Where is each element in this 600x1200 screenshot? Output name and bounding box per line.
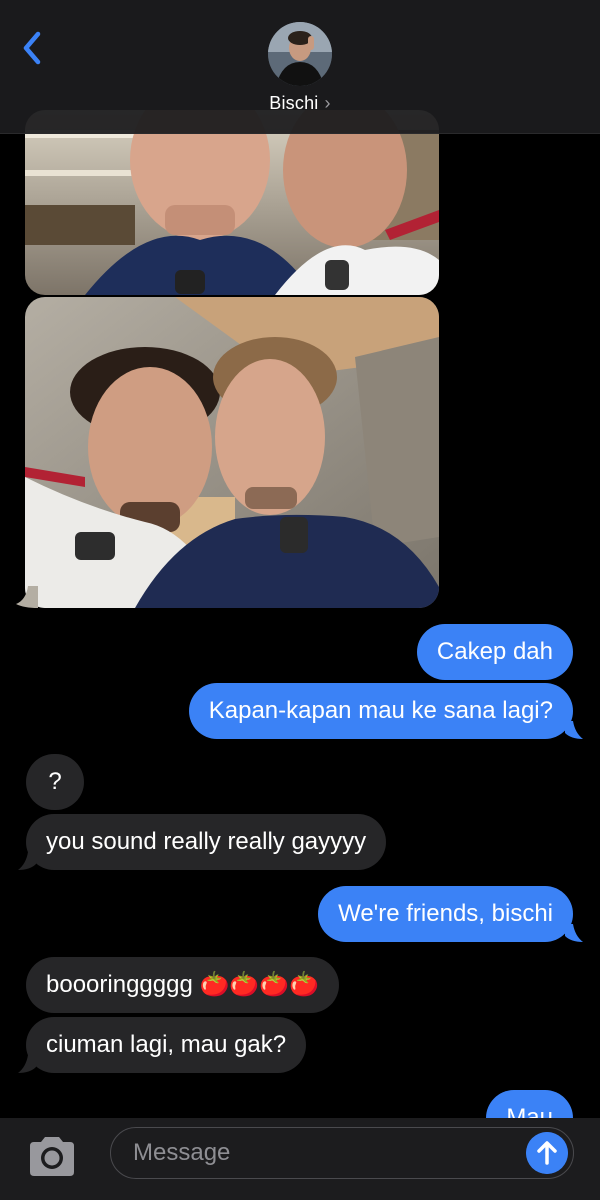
chevron-left-icon[interactable] (14, 28, 54, 68)
message-text: Kapan-kapan mau ke sana lagi? (208, 697, 553, 724)
message-text: ciuman lagi, mau gak? (46, 1031, 287, 1058)
message-incoming[interactable]: you sound really really gayyyy (26, 814, 387, 870)
message-text: boooringgggg 🍅🍅🍅🍅 (46, 971, 319, 998)
message-text: Cakep dah (436, 638, 553, 665)
arrow-up-icon[interactable] (526, 1132, 568, 1174)
bubble-tail-incoming (18, 1055, 36, 1073)
message-text: you sound really really gayyyy (46, 828, 367, 855)
message-incoming[interactable]: ? (26, 754, 84, 810)
message-outgoing[interactable]: Kapan-kapan mau ke sana lagi? (188, 683, 573, 739)
avatar[interactable] (268, 22, 332, 86)
message-outgoing[interactable]: Mau (486, 1090, 573, 1118)
bubble-tail-outgoing (565, 721, 583, 739)
photo-bubble-tail (16, 586, 38, 608)
photo-selfie-1 (25, 110, 439, 295)
avatar-photo (268, 22, 332, 86)
camera-icon[interactable] (26, 1134, 78, 1178)
message-outgoing[interactable]: Cakep dah (416, 624, 573, 680)
message-input[interactable]: Message (110, 1127, 574, 1179)
message-outgoing[interactable]: We're friends, bischi (318, 886, 573, 942)
contact-name-button[interactable]: Bischi › (0, 93, 600, 114)
contact-name: Bischi (269, 93, 319, 113)
chevron-right-icon: › (324, 93, 331, 113)
photo-message-2[interactable] (25, 297, 439, 608)
message-incoming[interactable]: ciuman lagi, mau gak? (26, 1017, 307, 1073)
message-text: ? (48, 768, 62, 795)
photo-selfie-2 (25, 297, 439, 608)
bubble-tail-incoming (18, 852, 36, 870)
conversation-header: Bischi › (0, 0, 600, 134)
message-composer: Message (0, 1118, 600, 1200)
bubble-tail-outgoing (565, 924, 583, 942)
message-text: Mau (506, 1104, 553, 1118)
message-incoming[interactable]: boooringgggg 🍅🍅🍅🍅 (26, 957, 339, 1013)
message-input-placeholder: Message (133, 1139, 231, 1166)
photo-message-1[interactable] (25, 110, 439, 295)
message-text: We're friends, bischi (338, 900, 553, 927)
message-thread[interactable]: Cakep dah Kapan-kapan mau ke sana lagi? … (0, 0, 600, 1118)
